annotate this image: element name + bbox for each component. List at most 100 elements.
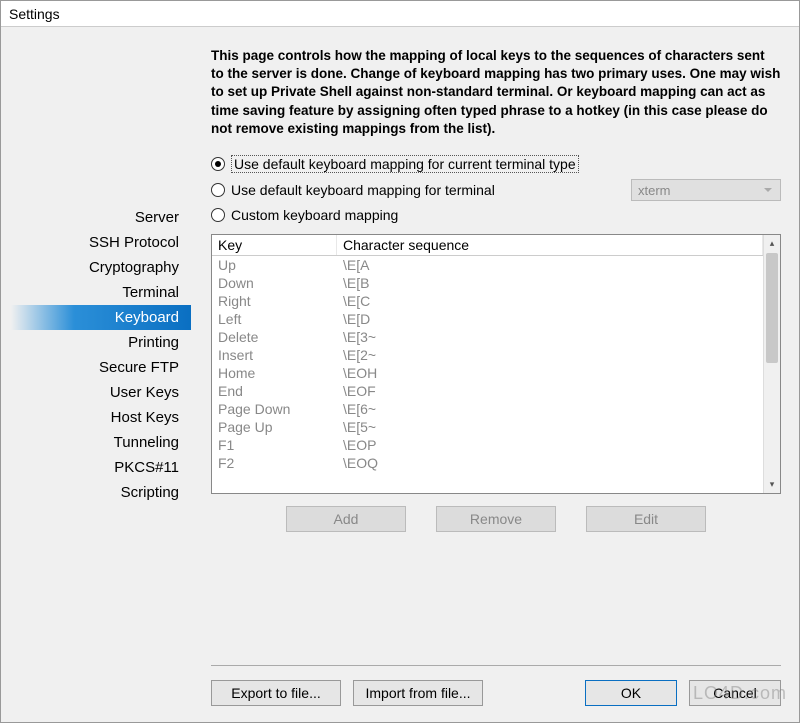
sidebar-item-server[interactable]: Server xyxy=(11,205,191,230)
mapping-table: Key Character sequence Up\E[ADown\E[BRig… xyxy=(211,234,781,494)
sidebar-item-label: Terminal xyxy=(122,284,179,301)
sidebar-item-secure-ftp[interactable]: Secure FTP xyxy=(11,355,191,380)
table-row[interactable]: F1\EOP xyxy=(212,436,763,454)
terminal-combo-value: xterm xyxy=(638,183,671,198)
sidebar-item-ssh-protocol[interactable]: SSH Protocol xyxy=(11,230,191,255)
button-label: Remove xyxy=(470,511,522,527)
cell-seq: \E[6~ xyxy=(337,400,763,418)
cell-seq: \E[C xyxy=(337,292,763,310)
col-key[interactable]: Key xyxy=(212,235,337,255)
sidebar-item-pkcs11[interactable]: PKCS#11 xyxy=(11,455,191,480)
sidebar-item-tunneling[interactable]: Tunneling xyxy=(11,430,191,455)
table-body: Up\E[ADown\E[BRight\E[CLeft\E[DDelete\E[… xyxy=(212,256,763,472)
footer: Export to file... Import from file... OK… xyxy=(211,665,781,712)
sidebar-item-cryptography[interactable]: Cryptography xyxy=(11,255,191,280)
main-panel: This page controls how the mapping of lo… xyxy=(191,37,789,712)
sidebar-item-label: Keyboard xyxy=(115,309,179,326)
radio-icon xyxy=(211,208,225,222)
sidebar-item-user-keys[interactable]: User Keys xyxy=(11,380,191,405)
cell-seq: \E[A xyxy=(337,256,763,274)
scroll-down-icon[interactable]: ▾ xyxy=(764,476,780,493)
table-header: Key Character sequence xyxy=(212,235,763,256)
cell-key: Down xyxy=(212,274,337,292)
cell-seq: \E[2~ xyxy=(337,346,763,364)
radio-label: Use default keyboard mapping for termina… xyxy=(231,182,495,198)
cell-key: Right xyxy=(212,292,337,310)
window-body: Server SSH Protocol Cryptography Termina… xyxy=(1,27,799,722)
cell-key: Page Down xyxy=(212,400,337,418)
sidebar-item-host-keys[interactable]: Host Keys xyxy=(11,405,191,430)
cell-key: Home xyxy=(212,364,337,382)
table-row[interactable]: Delete\E[3~ xyxy=(212,328,763,346)
table-row[interactable]: Home\EOH xyxy=(212,364,763,382)
col-sequence[interactable]: Character sequence xyxy=(337,235,763,255)
cancel-button[interactable]: Cancel xyxy=(689,680,781,706)
sidebar-item-printing[interactable]: Printing xyxy=(11,330,191,355)
scroll-thumb[interactable] xyxy=(766,253,778,363)
table-row[interactable]: Page Up\E[5~ xyxy=(212,418,763,436)
terminal-combo[interactable]: xterm xyxy=(631,179,781,201)
button-label: Import from file... xyxy=(365,685,470,701)
button-label: Export to file... xyxy=(231,685,320,701)
sidebar-item-label: Tunneling xyxy=(114,434,179,451)
radio-default-current-terminal[interactable]: Use default keyboard mapping for current… xyxy=(211,155,781,173)
button-label: Add xyxy=(334,511,359,527)
sidebar-item-label: Server xyxy=(135,209,179,226)
window-title: Settings xyxy=(9,6,60,22)
cell-seq: \E[D xyxy=(337,310,763,328)
table-row[interactable]: Left\E[D xyxy=(212,310,763,328)
radio-custom-mapping[interactable]: Custom keyboard mapping xyxy=(211,207,781,223)
ok-button[interactable]: OK xyxy=(585,680,677,706)
scroll-up-icon[interactable]: ▴ xyxy=(764,235,780,252)
table-row[interactable]: End\EOF xyxy=(212,382,763,400)
sidebar-item-label: Host Keys xyxy=(111,409,179,426)
add-button[interactable]: Add xyxy=(286,506,406,532)
edit-button[interactable]: Edit xyxy=(586,506,706,532)
sidebar-item-label: SSH Protocol xyxy=(89,234,179,251)
table-inner: Key Character sequence Up\E[ADown\E[BRig… xyxy=(212,235,763,493)
cell-key: Page Up xyxy=(212,418,337,436)
cell-seq: \EOQ xyxy=(337,454,763,472)
table-row[interactable]: Up\E[A xyxy=(212,256,763,274)
sidebar-item-label: Scripting xyxy=(121,484,179,501)
cell-key: End xyxy=(212,382,337,400)
export-button[interactable]: Export to file... xyxy=(211,680,341,706)
table-row[interactable]: Right\E[C xyxy=(212,292,763,310)
settings-window: Settings Server SSH Protocol Cryptograph… xyxy=(0,0,800,723)
table-row[interactable]: Insert\E[2~ xyxy=(212,346,763,364)
sidebar-item-keyboard[interactable]: Keyboard xyxy=(11,305,191,330)
sidebar-item-label: Secure FTP xyxy=(99,359,179,376)
cell-seq: \E[B xyxy=(337,274,763,292)
sidebar-item-label: Printing xyxy=(128,334,179,351)
cell-key: F1 xyxy=(212,436,337,454)
button-label: Edit xyxy=(634,511,658,527)
cell-seq: \E[3~ xyxy=(337,328,763,346)
radio-label: Custom keyboard mapping xyxy=(231,207,398,223)
table-row[interactable]: F2\EOQ xyxy=(212,454,763,472)
cell-seq: \E[5~ xyxy=(337,418,763,436)
cell-seq: \EOF xyxy=(337,382,763,400)
cell-key: Left xyxy=(212,310,337,328)
import-button[interactable]: Import from file... xyxy=(353,680,483,706)
titlebar[interactable]: Settings xyxy=(1,1,799,27)
radio-label: Use default keyboard mapping for current… xyxy=(231,155,579,173)
cell-key: Insert xyxy=(212,346,337,364)
scrollbar-vertical[interactable]: ▴ ▾ xyxy=(763,235,780,493)
remove-button[interactable]: Remove xyxy=(436,506,556,532)
sidebar-item-label: PKCS#11 xyxy=(114,459,179,476)
button-label: OK xyxy=(621,685,641,701)
radio-icon xyxy=(211,183,225,197)
table-row[interactable]: Page Down\E[6~ xyxy=(212,400,763,418)
cell-seq: \EOP xyxy=(337,436,763,454)
button-label: Cancel xyxy=(713,685,757,701)
cell-key: Up xyxy=(212,256,337,274)
sidebar-item-label: User Keys xyxy=(110,384,179,401)
table-button-row: Add Remove Edit xyxy=(211,506,781,532)
page-description: This page controls how the mapping of lo… xyxy=(211,47,781,138)
sidebar-item-terminal[interactable]: Terminal xyxy=(11,280,191,305)
table-row[interactable]: Down\E[B xyxy=(212,274,763,292)
cell-key: Delete xyxy=(212,328,337,346)
radio-default-for-terminal[interactable]: Use default keyboard mapping for termina… xyxy=(211,179,781,201)
cell-seq: \EOH xyxy=(337,364,763,382)
sidebar-item-scripting[interactable]: Scripting xyxy=(11,480,191,505)
